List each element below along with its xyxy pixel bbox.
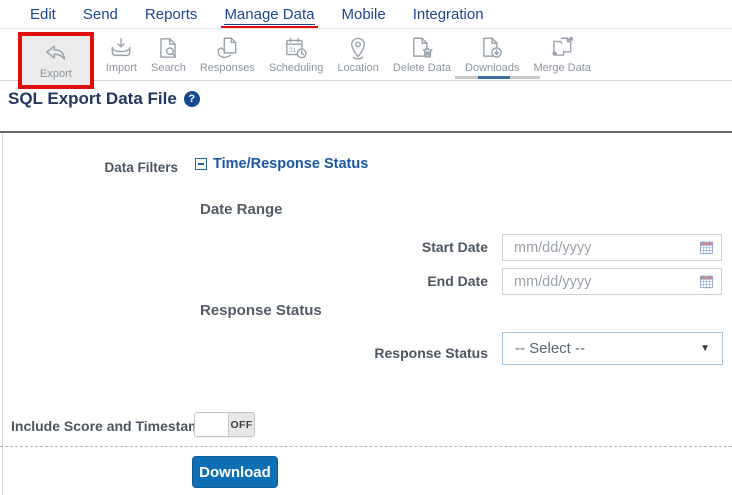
search-icon xyxy=(155,34,181,61)
delete-data-icon xyxy=(409,34,435,61)
toolbar-item-responses[interactable]: Responses xyxy=(193,32,262,76)
filter-group-label: Time/Response Status xyxy=(213,156,369,172)
top-nav: Edit Send Reports Manage Data Mobile Int… xyxy=(0,0,732,29)
start-date-field xyxy=(502,234,722,261)
toolbar-item-export[interactable]: Export xyxy=(33,38,79,82)
help-icon[interactable]: ? xyxy=(183,91,200,107)
date-range-heading: Date Range xyxy=(200,201,283,218)
downloads-icon xyxy=(479,34,505,61)
nav-item-mobile[interactable]: Mobile xyxy=(342,6,386,23)
export-icon xyxy=(43,40,69,67)
form-footer-divider xyxy=(0,446,732,447)
end-date-input[interactable] xyxy=(503,269,721,294)
download-button[interactable]: Download xyxy=(192,456,278,488)
page-title: SQL Export Data File xyxy=(8,89,177,108)
nav-item-reports[interactable]: Reports xyxy=(145,6,198,23)
toolbar-item-merge-data[interactable]: Merge Data xyxy=(526,32,597,76)
calendar-icon[interactable] xyxy=(699,274,714,294)
calendar-icon[interactable] xyxy=(699,240,714,260)
end-date-field xyxy=(502,268,722,295)
page-title-row: SQL Export Data File ? xyxy=(8,89,200,109)
merge-data-icon xyxy=(549,34,575,61)
include-score-toggle[interactable]: OFF xyxy=(194,412,255,437)
toolbar-item-delete-data[interactable]: Delete Data xyxy=(386,32,458,76)
nav-item-send[interactable]: Send xyxy=(83,6,118,23)
response-status-selected-value: -- Select -- xyxy=(515,340,586,357)
toolbar-item-label: Downloads xyxy=(465,62,520,74)
chevron-down-icon: ▼ xyxy=(700,343,710,354)
manage-data-toolbar: Export Import Search Responses 31 Schedu… xyxy=(0,28,732,89)
toolbar-item-label: Responses xyxy=(199,62,255,74)
start-date-input[interactable] xyxy=(503,235,721,260)
toolbar-item-label: Scheduling xyxy=(268,62,324,74)
response-status-heading: Response Status xyxy=(200,302,322,319)
toggle-state-label: OFF xyxy=(229,413,254,436)
svg-text:31: 31 xyxy=(289,46,297,53)
toolbar-scrollbar[interactable] xyxy=(455,76,540,79)
data-filters-label: Data Filters xyxy=(104,160,178,175)
nav-item-edit[interactable]: Edit xyxy=(30,6,56,23)
filter-group-toggle[interactable]: Time/Response Status xyxy=(195,156,368,172)
annotation-red-box: Export xyxy=(18,32,94,89)
toolbar-item-search[interactable]: Search xyxy=(144,32,193,76)
collapse-minus-icon[interactable] xyxy=(195,158,207,170)
start-date-label: Start Date xyxy=(421,239,488,255)
end-date-label: End Date xyxy=(427,273,488,289)
nav-item-manage-data[interactable]: Manage Data xyxy=(221,5,318,29)
toolbar-item-label: Delete Data xyxy=(392,62,452,74)
response-status-label: Response Status xyxy=(374,345,488,361)
toolbar-item-label: Import xyxy=(105,62,137,74)
scheduling-icon: 31 xyxy=(283,34,309,61)
toggle-knob xyxy=(195,413,229,436)
toolbar-item-label: Export xyxy=(40,68,72,80)
toolbar-item-location[interactable]: Location xyxy=(330,32,386,76)
toolbar-item-downloads[interactable]: Downloads xyxy=(458,32,526,76)
nav-item-integration[interactable]: Integration xyxy=(413,6,484,23)
responses-icon xyxy=(214,34,240,61)
toolbar-item-scheduling[interactable]: 31 Scheduling xyxy=(262,32,330,76)
sql-export-page: Edit Send Reports Manage Data Mobile Int… xyxy=(0,0,732,495)
toolbar-item-label: Location xyxy=(337,62,379,74)
toolbar-item-label: Merge Data xyxy=(533,62,591,74)
toolbar-scrollbar-thumb[interactable] xyxy=(478,76,510,79)
import-icon xyxy=(108,34,134,61)
toolbar-item-label: Search xyxy=(150,62,186,74)
response-status-select[interactable]: -- Select -- ▼ xyxy=(502,332,723,365)
toolbar-item-import[interactable]: Import xyxy=(99,32,144,76)
export-form: Data Filters Time/Response Status Date R… xyxy=(2,133,732,495)
include-score-label: Include Score and Timestamp xyxy=(11,418,210,434)
nav-item-label: Manage Data xyxy=(224,5,315,25)
location-icon xyxy=(345,34,371,61)
